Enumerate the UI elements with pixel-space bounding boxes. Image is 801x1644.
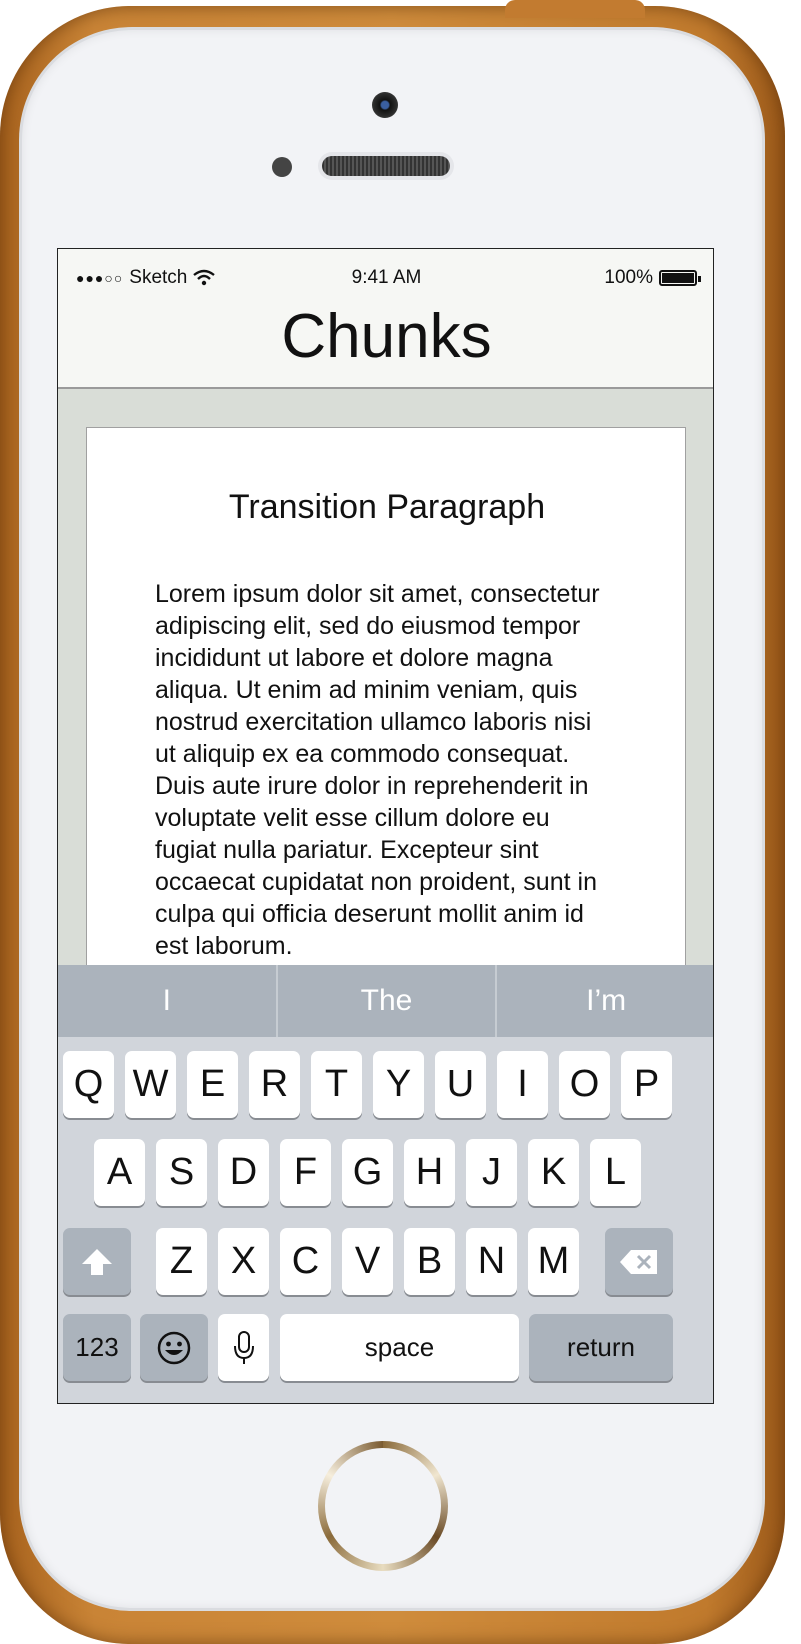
key-t[interactable]: T xyxy=(311,1051,362,1118)
key-x[interactable]: X xyxy=(218,1228,269,1295)
key-e[interactable]: E xyxy=(187,1051,238,1118)
key-s[interactable]: S xyxy=(156,1139,207,1206)
key-h[interactable]: H xyxy=(404,1139,455,1206)
key-b[interactable]: B xyxy=(404,1228,455,1295)
suggestion-item[interactable]: I’m xyxy=(497,965,713,1037)
return-key[interactable]: return xyxy=(529,1314,673,1381)
suggestion-item[interactable]: The xyxy=(278,965,498,1037)
key-u[interactable]: U xyxy=(435,1051,486,1118)
emoji-icon xyxy=(157,1331,191,1364)
card-title: Transition Paragraph xyxy=(228,488,546,526)
case-button xyxy=(505,0,645,18)
key-f[interactable]: F xyxy=(280,1139,331,1206)
proximity-sensor xyxy=(272,157,292,177)
key-k[interactable]: K xyxy=(528,1139,579,1206)
numbers-key[interactable]: 123 xyxy=(63,1314,131,1381)
key-q[interactable]: Q xyxy=(63,1051,114,1118)
key-g[interactable]: G xyxy=(342,1139,393,1206)
space-key[interactable]: space xyxy=(280,1314,519,1381)
earpiece-speaker xyxy=(322,156,450,176)
key-i[interactable]: I xyxy=(497,1051,548,1118)
page-title: Chunks xyxy=(281,302,492,371)
chunk-card[interactable]: Transition Paragraph Lorem ipsum dolor s… xyxy=(86,427,686,987)
screen: ●●●○○ Sketch 9:41 AM 100% Chunks Transit… xyxy=(57,248,714,1404)
key-w[interactable]: W xyxy=(125,1051,176,1118)
home-button-face[interactable] xyxy=(325,1448,441,1564)
key-o[interactable]: O xyxy=(559,1051,610,1118)
key-p[interactable]: P xyxy=(621,1051,672,1118)
suggestion-item[interactable]: I xyxy=(58,965,278,1037)
key-j[interactable]: J xyxy=(466,1139,517,1206)
card-body-text[interactable]: Lorem ipsum dolor sit amet, consectetur … xyxy=(155,578,615,962)
shift-icon xyxy=(82,1248,112,1275)
key-n[interactable]: N xyxy=(466,1228,517,1295)
key-l[interactable]: L xyxy=(590,1139,641,1206)
backspace-icon xyxy=(620,1249,657,1274)
key-v[interactable]: V xyxy=(342,1228,393,1295)
status-right: 100% xyxy=(604,267,701,289)
shift-key[interactable] xyxy=(63,1228,131,1295)
key-y[interactable]: Y xyxy=(373,1051,424,1118)
key-c[interactable]: C xyxy=(280,1228,331,1295)
suggestion-bar: I The I’m xyxy=(58,965,713,1037)
battery-percent: 100% xyxy=(604,267,653,288)
key-r[interactable]: R xyxy=(249,1051,300,1118)
navigation-bar: ●●●○○ Sketch 9:41 AM 100% Chunks xyxy=(58,249,713,389)
dictation-key[interactable] xyxy=(218,1314,269,1381)
battery-icon xyxy=(659,270,701,286)
microphone-icon xyxy=(233,1330,254,1364)
front-camera-icon xyxy=(372,92,398,118)
backspace-key[interactable] xyxy=(605,1228,673,1295)
key-a[interactable]: A xyxy=(94,1139,145,1206)
keyboard: I The I’m Q W E R T Y U I O P A S D F G … xyxy=(58,965,713,1403)
key-z[interactable]: Z xyxy=(156,1228,207,1295)
emoji-key[interactable] xyxy=(140,1314,208,1381)
key-d[interactable]: D xyxy=(218,1139,269,1206)
key-m[interactable]: M xyxy=(528,1228,579,1295)
